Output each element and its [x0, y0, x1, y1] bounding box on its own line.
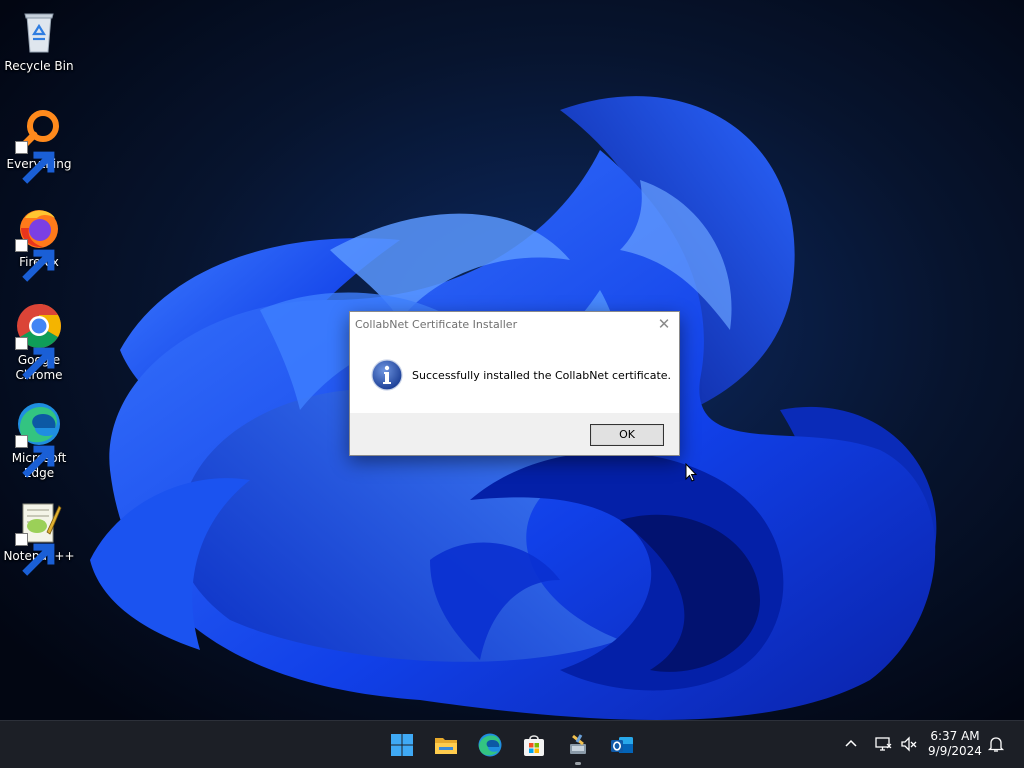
- desktop-icon-everything[interactable]: Everything: [2, 106, 76, 184]
- info-icon: [371, 359, 403, 391]
- taskbar-edge[interactable]: [474, 729, 506, 761]
- outlook-icon: [611, 737, 633, 753]
- edge-icon: [15, 400, 63, 478]
- taskbar-microsoft-store[interactable]: [518, 729, 550, 761]
- clock-time: 6:37 AM: [930, 729, 980, 743]
- tray-volume[interactable]: [898, 733, 920, 755]
- taskbar: 6:37 AM 9/9/2024: [0, 720, 1024, 768]
- clock-date: 9/9/2024: [928, 744, 982, 758]
- taskbar-outlook[interactable]: [606, 729, 638, 761]
- tray-overflow-button[interactable]: [840, 733, 862, 755]
- taskbar-clock[interactable]: 6:37 AM 9/9/2024: [920, 729, 990, 759]
- chrome-icon: [15, 302, 63, 380]
- close-icon[interactable]: ✕: [657, 317, 671, 332]
- store-icon: [524, 735, 544, 756]
- edge-icon: [478, 733, 502, 757]
- mouse-cursor-icon: [685, 463, 697, 482]
- dialog-message: Successfully installed the CollabNet cer…: [412, 369, 672, 382]
- desktop-icon-label: Recycle Bin: [4, 59, 74, 73]
- tray-network[interactable]: [872, 733, 894, 755]
- notification-bell-icon: [987, 737, 1005, 752]
- recycle-bin-icon: [15, 8, 63, 56]
- everything-search-icon: [15, 106, 63, 184]
- taskbar-start-button[interactable]: [386, 729, 418, 761]
- desktop-icon-google-chrome[interactable]: Google Chrome: [2, 302, 76, 383]
- shortcut-arrow-icon: [15, 435, 55, 478]
- running-indicator: [575, 762, 581, 765]
- shortcut-arrow-icon: [15, 337, 55, 380]
- dialog-titlebar[interactable]: CollabNet Certificate Installer ✕: [350, 312, 679, 338]
- taskbar-installer[interactable]: [562, 729, 594, 765]
- ok-button[interactable]: OK: [590, 424, 664, 446]
- desktop-icon-firefox[interactable]: Firefox: [2, 204, 76, 282]
- message-dialog: CollabNet Certificate Installer ✕ Succes…: [349, 311, 680, 456]
- folder-icon: [435, 738, 457, 754]
- desktop-icon-recycle-bin[interactable]: Recycle Bin: [2, 8, 76, 74]
- firefox-icon: [15, 204, 63, 282]
- desktop-icon-microsoft-edge[interactable]: Microsoft Edge: [2, 400, 76, 481]
- volume-muted-icon: [901, 736, 917, 752]
- notepad-plus-plus-icon: [15, 498, 63, 576]
- shortcut-arrow-icon: [15, 141, 55, 184]
- shortcut-arrow-icon: [15, 533, 55, 576]
- tray-notifications[interactable]: [985, 733, 1007, 755]
- installer-icon: [570, 734, 586, 754]
- windows-start-icon: [391, 734, 413, 756]
- taskbar-file-explorer[interactable]: [430, 729, 462, 761]
- dialog-title: CollabNet Certificate Installer: [355, 318, 518, 331]
- chevron-up-icon: [845, 739, 857, 747]
- desktop-icon-notepad-plus-plus[interactable]: Notepad++: [2, 498, 76, 576]
- network-icon: [875, 737, 892, 751]
- shortcut-arrow-icon: [15, 239, 55, 282]
- desktop: Recycle Bin Everything Firefox Google Ch…: [0, 0, 1024, 768]
- dialog-body: Successfully installed the CollabNet cer…: [350, 338, 679, 413]
